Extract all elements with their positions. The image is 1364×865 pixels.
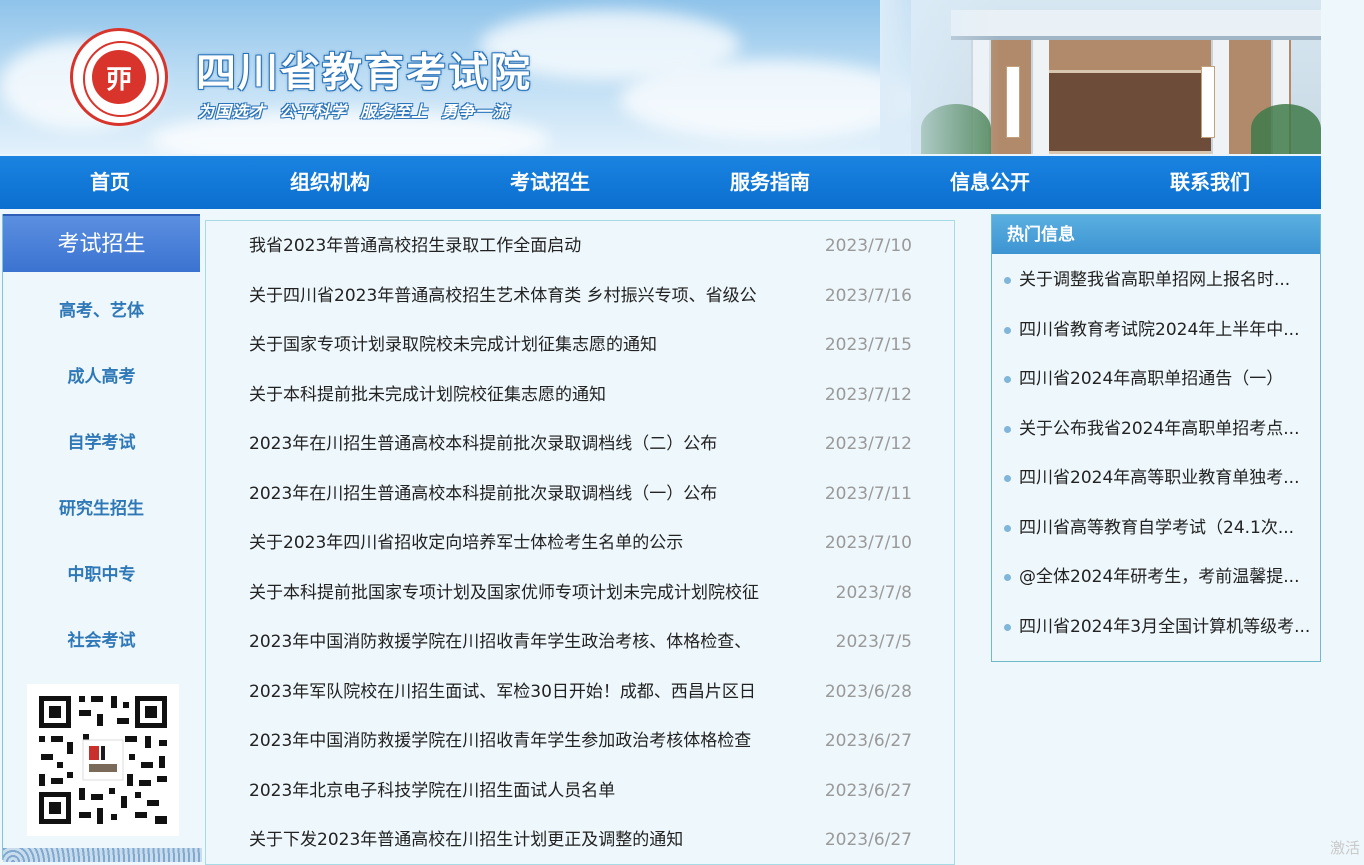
news-list: 我省2023年普通高校招生录取工作全面启动 2023/7/10 关于四川省202… [205, 220, 955, 865]
hot-info-link[interactable]: 四川省2024年高等职业教育单独考... [1019, 463, 1313, 493]
nav-item-contact[interactable]: 联系我们 [1100, 156, 1320, 209]
news-date: 2023/7/8 [835, 583, 912, 603]
news-item[interactable]: 2023年在川招生普通高校本科提前批次录取调档线（一）公布 2023/7/11 [206, 479, 956, 509]
news-item[interactable]: 2023年在川招生普通高校本科提前批次录取调档线（二）公布 2023/7/12 [206, 429, 956, 459]
hot-info-item[interactable]: 关于调整我省高职单招网上报名时... [992, 265, 1320, 295]
bullet-icon [1004, 426, 1011, 433]
news-date: 2023/7/12 [824, 385, 912, 405]
qr-code [27, 684, 179, 836]
cloud-decoration [620, 60, 920, 140]
news-title[interactable]: 关于2023年四川省招收定向培养军士体检考生名单的公示 [249, 528, 789, 558]
news-title[interactable]: 2023年在川招生普通高校本科提前批次录取调档线（二）公布 [249, 429, 789, 459]
news-item[interactable]: 2023年北京电子科技学院在川招生面试人员名单 2023/6/27 [206, 776, 956, 806]
sidebar-item-gaokao[interactable]: 高考、艺体 [3, 296, 200, 326]
bullet-icon [1004, 277, 1011, 284]
news-item[interactable]: 关于国家专项计划录取院校未完成计划征集志愿的通知 2023/7/15 [206, 330, 956, 360]
sidebar-item-self-study[interactable]: 自学考试 [3, 428, 200, 458]
hot-info-item[interactable]: @全体2024年研考生，考前温馨提... [992, 562, 1320, 592]
hot-info-link[interactable]: 关于调整我省高职单招网上报名时... [1019, 265, 1313, 295]
hot-info-link[interactable]: 四川省2024年3月全国计算机等级考... [1019, 612, 1313, 642]
sidebar-item-social-exam[interactable]: 社会考试 [3, 626, 200, 656]
hot-info-item[interactable]: 四川省教育考试院2024年上半年中... [992, 315, 1320, 345]
news-item[interactable]: 关于本科提前批未完成计划院校征集志愿的通知 2023/7/12 [206, 380, 956, 410]
bullet-icon [1004, 327, 1011, 334]
hot-info-link[interactable]: 关于公布我省2024年高职单招考点... [1019, 414, 1313, 444]
news-date: 2023/6/27 [824, 781, 912, 801]
sidebar-item-graduate[interactable]: 研究生招生 [3, 494, 200, 524]
header-banner: 丣 四川省教育考试院 为国选才 公平科学 服务至上 勇争一流 [0, 0, 1321, 154]
hot-info-link[interactable]: 四川省2024年高职单招通告（一） [1019, 364, 1313, 394]
bullet-icon [1004, 376, 1011, 383]
nav-item-disclosure[interactable]: 信息公开 [880, 156, 1100, 209]
news-date: 2023/7/11 [824, 484, 912, 504]
hot-info-link[interactable]: 四川省高等教育自学考试（24.1次... [1019, 513, 1313, 543]
news-title[interactable]: 关于国家专项计划录取院校未完成计划征集志愿的通知 [249, 330, 789, 360]
nav-item-service-guide[interactable]: 服务指南 [660, 156, 880, 209]
news-item[interactable]: 关于四川省2023年普通高校招生艺术体育类 乡村振兴专项、省级公 2023/7/… [206, 281, 956, 311]
sidebar-item-adult-exam[interactable]: 成人高考 [3, 362, 200, 392]
left-sidebar: 考试招生 高考、艺体 成人高考 自学考试 研究生招生 中职中专 社会考试 [2, 214, 202, 862]
sidebar-item-vocational[interactable]: 中职中专 [3, 560, 200, 590]
news-item[interactable]: 2023年军队院校在川招生面试、军检30日开始！成都、西昌片区日 2023/6/… [206, 677, 956, 707]
news-date: 2023/7/10 [824, 236, 912, 256]
site-title: 四川省教育考试院 [196, 49, 532, 96]
news-item[interactable]: 2023年中国消防救援学院在川招收青年学生政治考核、体格检查、 2023/7/5 [206, 627, 956, 657]
bullet-icon [1004, 624, 1011, 631]
nav-item-organization[interactable]: 组织机构 [220, 156, 440, 209]
news-title[interactable]: 2023年中国消防救援学院在川招收青年学生参加政治考核体格检查 [249, 726, 789, 756]
activation-watermark: 激活 [1329, 839, 1360, 857]
news-date: 2023/6/27 [824, 731, 912, 751]
news-item[interactable]: 关于2023年四川省招收定向培养军士体检考生名单的公示 2023/7/10 [206, 528, 956, 558]
news-title[interactable]: 关于本科提前批未完成计划院校征集志愿的通知 [249, 380, 789, 410]
hot-info-item[interactable]: 四川省2024年高等职业教育单独考... [992, 463, 1320, 493]
news-date: 2023/6/28 [824, 682, 912, 702]
hot-info-item[interactable]: 四川省2024年3月全国计算机等级考... [992, 612, 1320, 642]
hot-info-item[interactable]: 四川省2024年高职单招通告（一） [992, 364, 1320, 394]
nav-item-exams[interactable]: 考试招生 [440, 156, 660, 209]
news-item[interactable]: 关于下发2023年普通高校在川招生计划更正及调整的通知 2023/6/27 [206, 825, 956, 855]
bullet-icon [1004, 574, 1011, 581]
hot-info-item[interactable]: 四川省高等教育自学考试（24.1次... [992, 513, 1320, 543]
news-title[interactable]: 2023年军队院校在川招生面试、军检30日开始！成都、西昌片区日 [249, 677, 789, 707]
sidebar-title: 考试招生 [3, 214, 200, 272]
main-nav: 首页 组织机构 考试招生 服务指南 信息公开 联系我们 [0, 154, 1321, 209]
bullet-icon [1004, 475, 1011, 482]
news-date: 2023/7/10 [824, 533, 912, 553]
news-item[interactable]: 2023年中国消防救援学院在川招收青年学生参加政治考核体格检查 2023/6/2… [206, 726, 956, 756]
news-date: 2023/7/5 [835, 632, 912, 652]
news-date: 2023/7/16 [824, 286, 912, 306]
news-date: 2023/6/27 [824, 830, 912, 850]
bullet-icon [1004, 525, 1011, 532]
news-title[interactable]: 2023年中国消防救援学院在川招收青年学生政治考核、体格检查、 [249, 627, 789, 657]
institution-logo: 丣 [70, 28, 168, 126]
news-title[interactable]: 关于四川省2023年普通高校招生艺术体育类 乡村振兴专项、省级公 [249, 281, 789, 311]
news-title[interactable]: 2023年北京电子科技学院在川招生面试人员名单 [249, 776, 789, 806]
hot-info-title: 热门信息 [992, 215, 1320, 254]
hot-info-link[interactable]: 四川省教育考试院2024年上半年中... [1019, 315, 1313, 345]
news-item[interactable]: 关于本科提前批国家专项计划及国家优师专项计划未完成计划院校征 2023/7/8 [206, 578, 956, 608]
logo-emblem: 丣 [92, 50, 146, 104]
nav-item-home[interactable]: 首页 [0, 156, 220, 209]
news-title[interactable]: 关于本科提前批国家专项计划及国家优师专项计划未完成计划院校征 [249, 578, 789, 608]
news-date: 2023/7/15 [824, 335, 912, 355]
news-date: 2023/7/12 [824, 434, 912, 454]
hot-info-item[interactable]: 关于公布我省2024年高职单招考点... [992, 414, 1320, 444]
hot-info-panel: 热门信息 关于调整我省高职单招网上报名时... 四川省教育考试院2024年上半年… [991, 214, 1321, 662]
qr-code-icon [27, 684, 179, 836]
news-title[interactable]: 关于下发2023年普通高校在川招生计划更正及调整的通知 [249, 825, 789, 855]
hot-info-link[interactable]: @全体2024年研考生，考前温馨提... [1019, 562, 1313, 592]
news-item[interactable]: 我省2023年普通高校招生录取工作全面启动 2023/7/10 [206, 231, 956, 261]
site-slogan: 为国选才 公平科学 服务至上 勇争一流 [198, 102, 510, 121]
news-title[interactable]: 我省2023年普通高校招生录取工作全面启动 [249, 231, 789, 261]
news-title[interactable]: 2023年在川招生普通高校本科提前批次录取调档线（一）公布 [249, 479, 789, 509]
